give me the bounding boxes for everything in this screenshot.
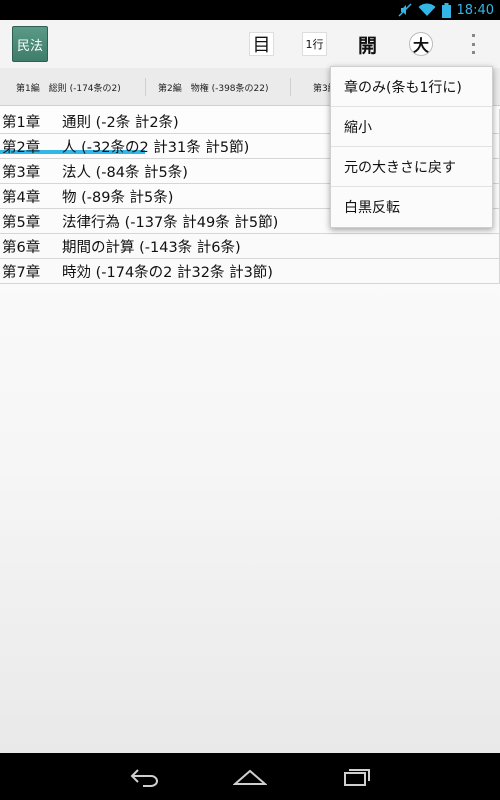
mute-icon xyxy=(398,3,412,17)
chapter-number: 第2章 xyxy=(2,139,41,156)
chapter-number: 第3章 xyxy=(2,164,41,181)
action-bar: 民法 目 1行 開 大 xyxy=(0,20,500,68)
menu-item-invert-colors[interactable]: 白黒反転 xyxy=(331,187,492,227)
chapter-title: 法人 (-84条 計5条) xyxy=(62,164,188,181)
chapter-title: 物 (-89条 計5条) xyxy=(62,189,174,206)
home-icon[interactable] xyxy=(232,765,268,789)
chapter-title: 期間の計算 (-143条 計6条) xyxy=(62,239,241,256)
app-icon[interactable]: 民法 xyxy=(12,26,48,62)
tab-part-2[interactable]: 第2編 物権 (-398条の22) xyxy=(146,68,290,106)
app-window: 民法 目 1行 開 大 第1編 総則 (-174条の2) 第2編 物権 (-39… xyxy=(0,20,500,753)
status-icons: 18:40 xyxy=(398,2,494,18)
tab-part-1[interactable]: 第1編 総則 (-174条の2) xyxy=(0,68,145,106)
chapter-number: 第5章 xyxy=(2,214,41,231)
recents-icon[interactable] xyxy=(339,765,375,789)
one-line-button[interactable]: 1行 xyxy=(302,32,327,56)
navigation-bar xyxy=(0,753,500,800)
chapter-number: 第1章 xyxy=(2,114,41,131)
back-icon[interactable] xyxy=(126,765,162,789)
status-bar: 18:40 xyxy=(0,0,500,20)
menu-item-reset-size[interactable]: 元の大きさに戻す xyxy=(331,147,492,187)
battery-icon xyxy=(441,2,451,18)
list-item[interactable]: 第7章 時効 (-174条の2 計32条 計3節) xyxy=(0,259,500,284)
overflow-menu: 章のみ(条も1行に) 縮小 元の大きさに戻す 白黒反転 xyxy=(330,66,493,228)
wifi-icon xyxy=(418,3,436,16)
menu-item-chapter-only[interactable]: 章のみ(条も1行に) xyxy=(331,67,492,107)
menu-item-shrink[interactable]: 縮小 xyxy=(331,107,492,147)
status-time: 18:40 xyxy=(456,2,494,18)
mokuji-button[interactable]: 目 xyxy=(249,32,274,56)
chapter-number: 第6章 xyxy=(2,239,41,256)
chapter-title: 法律行為 (-137条 計49条 計5節) xyxy=(62,214,279,231)
overflow-menu-icon[interactable] xyxy=(466,34,480,54)
chapter-title: 通則 (-2条 計2条) xyxy=(62,114,179,131)
chapter-title: 人 (-32条の2 計31条 計5節) xyxy=(62,139,250,156)
list-item[interactable]: 第6章 期間の計算 (-143条 計6条) xyxy=(0,234,500,259)
chapter-number: 第4章 xyxy=(2,189,41,206)
expand-button[interactable]: 開 xyxy=(355,32,380,57)
chapter-number: 第7章 xyxy=(2,264,41,281)
chapter-title: 時効 (-174条の2 計32条 計3節) xyxy=(62,264,273,281)
enlarge-button[interactable]: 大 xyxy=(409,32,433,56)
